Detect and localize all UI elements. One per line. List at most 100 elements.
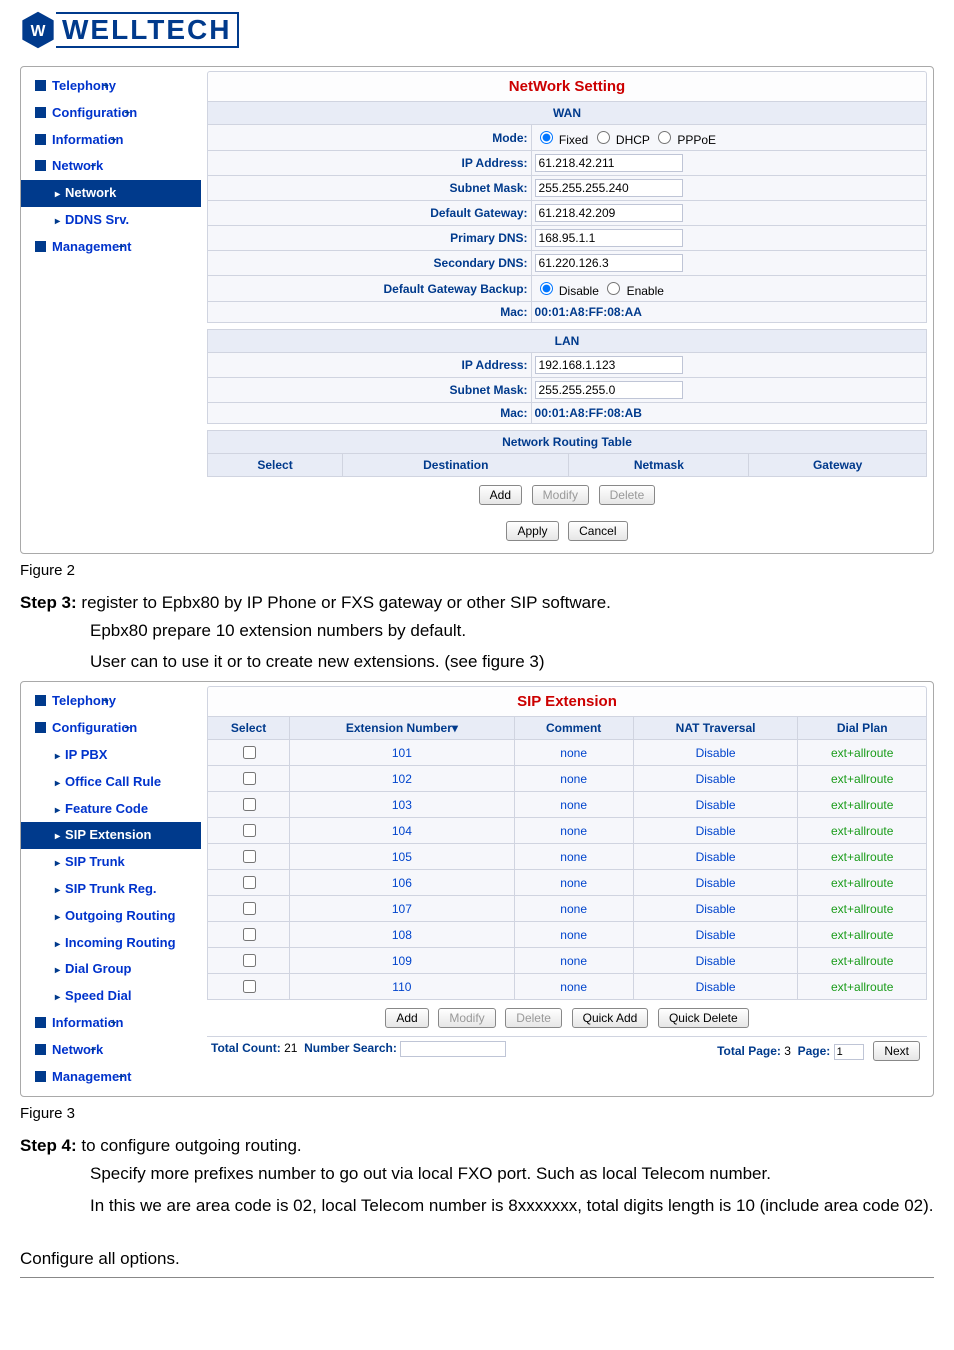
wan-table: WAN Mode: Fixed DHCP PPPoE IP Address:Su… <box>207 101 927 323</box>
row-checkbox[interactable] <box>243 954 256 967</box>
field-input[interactable] <box>535 204 683 222</box>
ext-nat: Disable <box>633 922 798 948</box>
menu-item-dial-group[interactable]: Dial Group <box>21 956 201 983</box>
ext-nat: Disable <box>633 844 798 870</box>
menu-item-sip-trunk[interactable]: SIP Trunk <box>21 849 201 876</box>
ext-plan: ext+allroute <box>798 792 927 818</box>
extension-table: SelectExtension Number▾CommentNAT Traver… <box>207 716 927 1000</box>
pager: Total Count: 21 Number Search: Total Pag… <box>207 1036 927 1061</box>
table-row: 104noneDisableext+allroute <box>208 818 927 844</box>
ext-number[interactable]: 106 <box>290 870 514 896</box>
menu-item-office-call-rule[interactable]: Office Call Rule <box>21 769 201 796</box>
menu-item-network[interactable]: Network <box>21 180 201 207</box>
add-button[interactable]: Add <box>479 485 522 505</box>
row-checkbox[interactable] <box>243 772 256 785</box>
row-checkbox[interactable] <box>243 746 256 759</box>
ext-nat: Disable <box>633 948 798 974</box>
mac-label: Mac: <box>208 302 532 323</box>
ext-number[interactable]: 104 <box>290 818 514 844</box>
sidebar: TelephonyConfigurationIP PBXOffice Call … <box>21 682 201 1096</box>
row-checkbox[interactable] <box>243 928 256 941</box>
ext-comment: none <box>514 974 633 1000</box>
row-checkbox[interactable] <box>243 876 256 889</box>
number-search-label: Number Search: <box>304 1041 397 1055</box>
menu-item-sip-trunk-reg-[interactable]: SIP Trunk Reg. <box>21 876 201 903</box>
ext-number[interactable]: 102 <box>290 766 514 792</box>
col-select: Select <box>208 454 343 477</box>
menu-item-outgoing-routing[interactable]: Outgoing Routing <box>21 903 201 930</box>
total-page-label: Total Page: <box>717 1044 781 1058</box>
lan-header: LAN <box>208 330 927 353</box>
menu-item-telephony[interactable]: Telephony <box>21 688 201 715</box>
mode-label: Mode: <box>208 125 532 151</box>
field-input[interactable] <box>535 179 683 197</box>
menu-item-information[interactable]: Information <box>21 1010 201 1037</box>
step3-heading: Step 3: register to Epbx80 by IP Phone o… <box>20 593 934 613</box>
col-header: Dial Plan <box>798 717 927 740</box>
logo-icon: W <box>20 10 56 50</box>
sip-extension-panel: TelephonyConfigurationIP PBXOffice Call … <box>20 681 934 1097</box>
next-button[interactable]: Next <box>873 1041 920 1061</box>
menu-item-speed-dial[interactable]: Speed Dial <box>21 983 201 1010</box>
field-input[interactable] <box>535 229 683 247</box>
menu-item-configuration[interactable]: Configuration <box>21 100 201 127</box>
row-checkbox[interactable] <box>243 902 256 915</box>
page-title: SIP Extension <box>207 686 927 716</box>
figure-3-caption: Figure 3 <box>20 1105 934 1122</box>
apply-button[interactable]: Apply <box>506 521 558 541</box>
add-button[interactable]: Add <box>385 1008 428 1028</box>
table-row: 110noneDisableext+allroute <box>208 974 927 1000</box>
menu-item-network[interactable]: Network <box>21 153 201 180</box>
field-input[interactable] <box>535 254 683 272</box>
delete-button[interactable]: Delete <box>505 1008 562 1028</box>
col-header[interactable]: Extension Number▾ <box>290 717 514 740</box>
modify-button[interactable]: Modify <box>438 1008 495 1028</box>
menu-item-feature-code[interactable]: Feature Code <box>21 796 201 823</box>
ext-number[interactable]: 107 <box>290 896 514 922</box>
quick-delete-button[interactable]: Quick Delete <box>658 1008 749 1028</box>
ext-plan: ext+allroute <box>798 948 927 974</box>
menu-item-telephony[interactable]: Telephony <box>21 73 201 100</box>
ext-number[interactable]: 101 <box>290 740 514 766</box>
menu-item-network[interactable]: Network <box>21 1037 201 1064</box>
menu-item-incoming-routing[interactable]: Incoming Routing <box>21 930 201 957</box>
menu-item-configuration[interactable]: Configuration <box>21 715 201 742</box>
ext-number[interactable]: 109 <box>290 948 514 974</box>
field-input[interactable] <box>535 356 683 374</box>
modify-button[interactable]: Modify <box>532 485 589 505</box>
field-label: Subnet Mask: <box>208 378 532 403</box>
page-input[interactable] <box>834 1044 864 1060</box>
ext-number[interactable]: 105 <box>290 844 514 870</box>
quick-add-button[interactable]: Quick Add <box>572 1008 649 1028</box>
mode-option-fixed[interactable]: Fixed <box>535 133 592 147</box>
cancel-button[interactable]: Cancel <box>568 521 627 541</box>
menu-item-information[interactable]: Information <box>21 127 201 154</box>
row-checkbox[interactable] <box>243 980 256 993</box>
ext-nat: Disable <box>633 818 798 844</box>
menu-item-management[interactable]: Management <box>21 234 201 261</box>
field-input[interactable] <box>535 381 683 399</box>
row-checkbox[interactable] <box>243 798 256 811</box>
ext-plan: ext+allroute <box>798 870 927 896</box>
table-row: 103noneDisableext+allroute <box>208 792 927 818</box>
number-search-input[interactable] <box>400 1041 506 1057</box>
ext-number[interactable]: 110 <box>290 974 514 1000</box>
mode-option-pppoe[interactable]: PPPoE <box>653 133 716 147</box>
menu-item-ddns-srv-[interactable]: DDNS Srv. <box>21 207 201 234</box>
gwbackup-option-enable[interactable]: Enable <box>602 284 664 298</box>
delete-button[interactable]: Delete <box>599 485 656 505</box>
ext-number[interactable]: 103 <box>290 792 514 818</box>
row-checkbox[interactable] <box>243 824 256 837</box>
ext-nat: Disable <box>633 740 798 766</box>
ext-comment: none <box>514 766 633 792</box>
row-checkbox[interactable] <box>243 850 256 863</box>
menu-item-ip-pbx[interactable]: IP PBX <box>21 742 201 769</box>
menu-item-management[interactable]: Management <box>21 1064 201 1091</box>
mode-option-dhcp[interactable]: DHCP <box>592 133 653 147</box>
gwbackup-option-disable[interactable]: Disable <box>535 284 603 298</box>
ext-plan: ext+allroute <box>798 896 927 922</box>
ext-number[interactable]: 108 <box>290 922 514 948</box>
menu-item-sip-extension[interactable]: SIP Extension <box>21 822 201 849</box>
field-input[interactable] <box>535 154 683 172</box>
ext-nat: Disable <box>633 792 798 818</box>
